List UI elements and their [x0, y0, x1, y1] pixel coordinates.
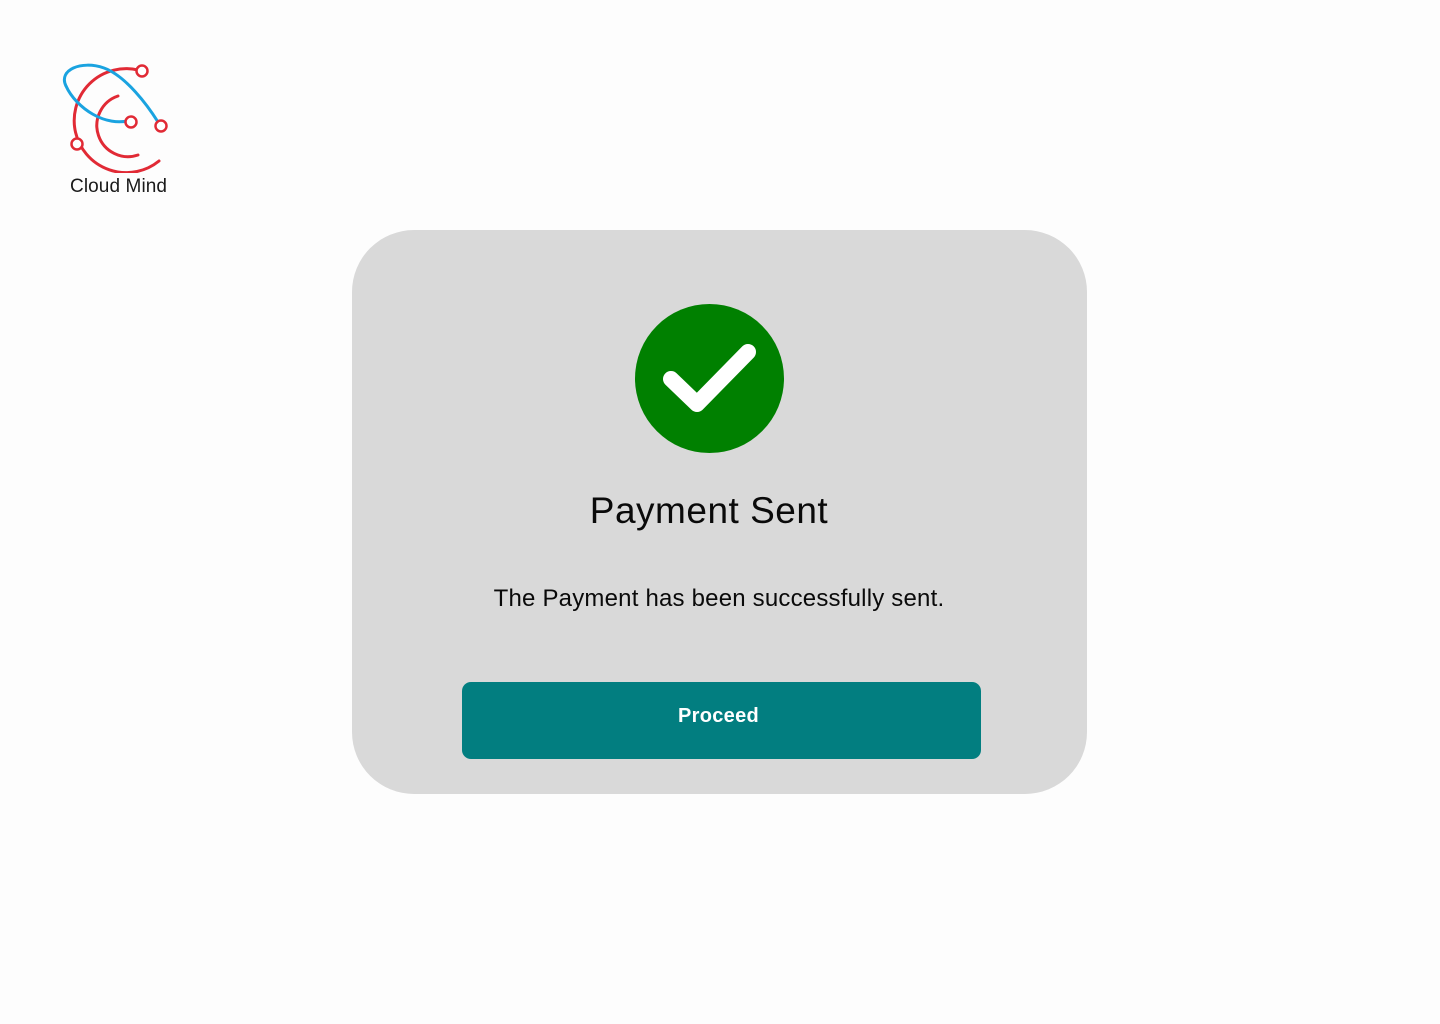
success-badge [635, 304, 784, 453]
success-dialog: Payment Sent The Payment has been succes… [352, 230, 1087, 794]
dialog-message: The Payment has been successfully sent. [493, 585, 945, 612]
proceed-button[interactable]: Proceed [462, 682, 981, 759]
brand-name: Cloud Mind [70, 176, 168, 197]
checkmark-icon [635, 304, 784, 453]
dialog-title: Payment Sent [589, 490, 829, 531]
brand-logo: Cloud Mind [56, 58, 196, 203]
payment-confirmation-page: Cloud Mind Payment Sent The Payment has … [0, 0, 1440, 1024]
orbit-logo-icon [62, 63, 168, 173]
